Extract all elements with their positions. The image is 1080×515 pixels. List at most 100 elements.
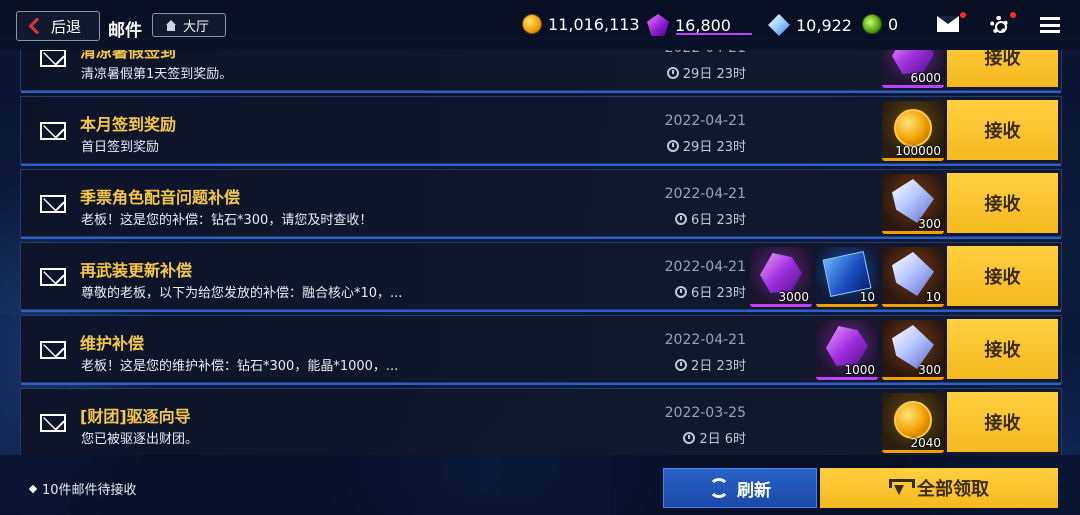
mail-remaining-text: 6日 23时 [691, 286, 746, 301]
mail-remaining: 6日 23时 [675, 282, 746, 301]
reward-item[interactable]: 2040 [882, 393, 944, 453]
bullet-icon [28, 484, 38, 493]
green-leaf-icon [862, 14, 882, 34]
mail-title: [财团]驱逐向导 [80, 407, 191, 426]
gold-coin-icon [522, 14, 542, 34]
clock-icon [675, 285, 688, 298]
claim-icon [889, 479, 915, 497]
clock-icon [675, 212, 688, 225]
reward-count: 10 [859, 290, 875, 304]
gold-coin-value: 11,016,113 [548, 14, 640, 34]
mail-remaining: 29日 23时 [666, 136, 746, 155]
mail-row[interactable]: 清凉暑假签到 清凉暑假第1天签到奖励。 2022-04-21 29日 23时 接… [20, 50, 1062, 93]
refresh-button[interactable]: 刷新 [663, 468, 817, 508]
diamond-value: 10,922 [796, 15, 852, 35]
rarity-bar [816, 377, 878, 380]
clock-icon [675, 358, 688, 371]
gold-coin-icon [894, 109, 932, 147]
rarity-bar [882, 377, 944, 380]
rarity-bar [882, 450, 944, 453]
menu-icon[interactable] [1040, 17, 1060, 33]
mail-title: 维护补偿 [80, 334, 145, 353]
claim-all-label: 全部领取 [917, 479, 989, 500]
mail-desc: 清凉暑假第1天签到奖励。 [81, 67, 233, 82]
reward-item[interactable]: 100000 [882, 101, 944, 161]
receive-button[interactable]: 接收 [947, 319, 1058, 379]
reward-item[interactable]: 1000 [816, 320, 878, 380]
diamond-currency[interactable]: 10,922 [768, 14, 852, 36]
reward-count: 1000 [844, 363, 875, 377]
green-leaf-currency[interactable]: 0 [862, 14, 898, 34]
reward-count: 3000 [778, 290, 809, 304]
mail-desc: 老板！这是您的补偿：钻石*300，请您及时查收！ [81, 213, 373, 228]
hall-button[interactable]: 大厅 [152, 13, 226, 37]
receive-button[interactable]: 接收 [947, 246, 1058, 306]
mail-row[interactable]: 季票角色配音问题补偿 老板！这是您的补偿：钻石*300，请您及时查收！ 2022… [20, 169, 1062, 239]
receive-button[interactable]: 接收 [947, 392, 1058, 452]
mail-desc: 尊敬的老板，以下为给您发放的补偿：融合核心*10，... [81, 286, 403, 301]
mail-title: 本月签到奖励 [80, 115, 177, 134]
envelope-icon [40, 50, 66, 67]
rarity-bar [882, 158, 944, 161]
mail-remaining-text: 2日 23时 [691, 359, 746, 374]
mail-remaining: 2日 6时 [683, 428, 746, 447]
page-title: 邮件 [108, 21, 142, 41]
mail-title: 清凉暑假签到 [80, 50, 177, 61]
gear-icon[interactable] [990, 16, 1008, 34]
mail-notification-dot [960, 12, 966, 18]
reward-count: 100000 [895, 144, 941, 158]
reward-item[interactable]: 3000 [750, 247, 812, 307]
mail-title: 季票角色配音问题补偿 [80, 188, 241, 207]
gold-coin-currency[interactable]: 11,016,113 [522, 14, 640, 34]
reward-count: 2040 [910, 436, 941, 450]
receive-button[interactable]: 接收 [947, 173, 1058, 233]
mail-date: 2022-04-21 [664, 259, 746, 275]
top-bar: 后退 邮件 大厅 11,016,113 16,800 10,922 0 [0, 0, 1080, 50]
mail-desc: 老板！这是您的维护补偿：钻石*300，能晶*1000，... [81, 359, 399, 374]
diamond-icon [768, 14, 790, 36]
mail-row[interactable]: 维护补偿 老板！这是您的维护补偿：钻石*300，能晶*1000，... 2022… [20, 315, 1062, 385]
mail-desc: 首日签到奖励 [81, 140, 160, 155]
gold-coin-icon [894, 401, 932, 439]
mail-remaining-text: 2日 6时 [699, 432, 746, 447]
mail-row[interactable]: [财团]驱逐向导 您已被驱逐出财团。 2022-03-25 2日 6时 接收 2… [20, 388, 1062, 455]
mail-remaining-text: 29日 23时 [682, 67, 746, 82]
reward-item[interactable]: 10 [882, 247, 944, 307]
receive-button[interactable]: 接收 [947, 50, 1058, 87]
reward-item[interactable]: 300 [882, 174, 944, 234]
mail-date: 2022-04-21 [664, 186, 746, 202]
reward-item[interactable]: 300 [882, 320, 944, 380]
mail-icon[interactable] [937, 16, 959, 32]
mail-row[interactable]: 本月签到奖励 首日签到奖励 2022-04-21 29日 23时 接收 1000… [20, 96, 1062, 166]
envelope-icon [40, 341, 66, 359]
reward-count: 10 [925, 290, 941, 304]
rarity-bar [882, 231, 944, 234]
mail-date: 2022-03-25 [664, 405, 746, 421]
rarity-bar [882, 85, 944, 88]
mail-row[interactable]: 再武装更新补偿 尊敬的老板，以下为给您发放的补偿：融合核心*10，... 202… [20, 242, 1062, 312]
envelope-icon [40, 195, 66, 213]
envelope-icon [40, 122, 66, 140]
purple-gem-icon [647, 14, 669, 36]
mail-remaining: 6日 23时 [675, 209, 746, 228]
mail-desc: 您已被驱逐出财团。 [81, 432, 199, 447]
settings-notification-dot [1010, 12, 1016, 18]
clock-icon [666, 66, 679, 79]
back-button[interactable]: 后退 [16, 11, 100, 41]
rarity-bar [816, 304, 878, 307]
refresh-label: 刷新 [737, 480, 771, 501]
reward-item[interactable]: 6000 [882, 50, 944, 88]
mail-list[interactable]: 清凉暑假签到 清凉暑假第1天签到奖励。 2022-04-21 29日 23时 接… [20, 50, 1062, 455]
clock-icon [666, 139, 679, 152]
reward-item[interactable]: 10 [816, 247, 878, 307]
green-leaf-value: 0 [888, 14, 899, 34]
receive-button[interactable]: 接收 [947, 100, 1058, 160]
refresh-icon [709, 478, 729, 498]
mail-title: 再武装更新补偿 [80, 261, 193, 280]
hall-label: 大厅 [183, 19, 210, 35]
mail-date: 2022-04-21 [664, 332, 746, 348]
envelope-icon [40, 414, 66, 432]
rarity-bar [882, 304, 944, 307]
mail-remaining-text: 6日 23时 [691, 213, 746, 228]
claim-all-button[interactable]: 全部领取 [820, 468, 1058, 508]
